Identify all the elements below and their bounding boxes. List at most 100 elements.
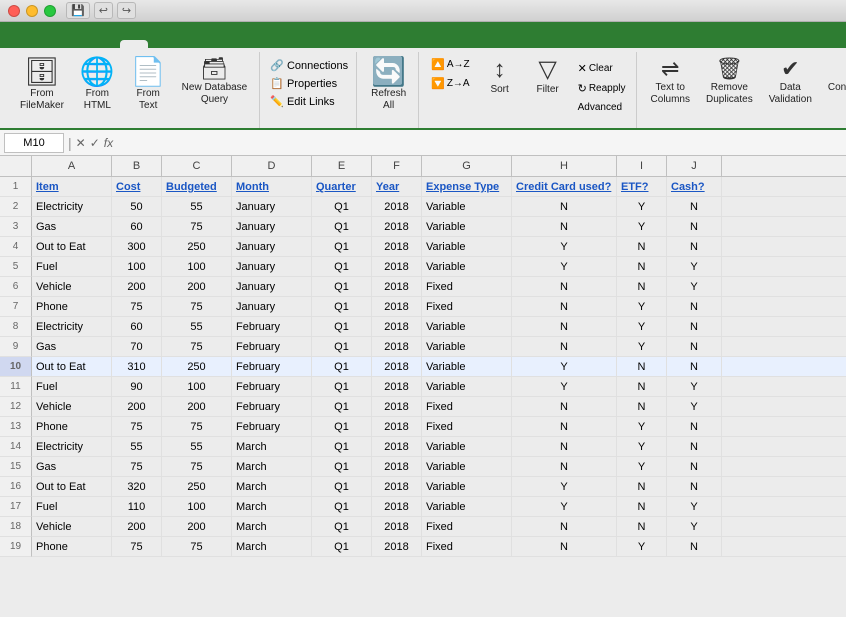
cell-r16-c7[interactable]: Y	[512, 477, 617, 497]
cell-r10-c9[interactable]: N	[667, 357, 722, 377]
cell-r17-c6[interactable]: Variable	[422, 497, 512, 517]
cancel-formula-icon[interactable]: ✕	[76, 136, 86, 150]
cell-r5-c2[interactable]: 100	[162, 257, 232, 277]
cell-r13-c8[interactable]: Y	[617, 417, 667, 437]
cell-r9-c6[interactable]: Variable	[422, 337, 512, 357]
cell-r14-c5[interactable]: 2018	[372, 437, 422, 457]
col-header-f[interactable]: F	[372, 156, 422, 176]
col-header-j[interactable]: J	[667, 156, 722, 176]
cell-r7-c1[interactable]: 75	[112, 297, 162, 317]
cell-r14-c4[interactable]: Q1	[312, 437, 372, 457]
cell-r10-c0[interactable]: Out to Eat	[32, 357, 112, 377]
cell-r6-c8[interactable]: N	[617, 277, 667, 297]
reapply-button[interactable]: ↻ Reapply	[574, 80, 630, 97]
header-cell-9[interactable]: Cash?	[667, 177, 722, 197]
cell-r11-c2[interactable]: 100	[162, 377, 232, 397]
cell-r18-c6[interactable]: Fixed	[422, 517, 512, 537]
cell-r18-c4[interactable]: Q1	[312, 517, 372, 537]
cell-r12-c2[interactable]: 200	[162, 397, 232, 417]
new-db-query-button[interactable]: 🗃 New DatabaseQuery	[176, 56, 254, 108]
cell-r8-c9[interactable]: N	[667, 317, 722, 337]
cell-r12-c5[interactable]: 2018	[372, 397, 422, 417]
cell-r6-c4[interactable]: Q1	[312, 277, 372, 297]
cell-r2-c1[interactable]: 50	[112, 197, 162, 217]
cell-r13-c1[interactable]: 75	[112, 417, 162, 437]
cell-r11-c6[interactable]: Variable	[422, 377, 512, 397]
cell-r3-c3[interactable]: January	[232, 217, 312, 237]
cell-r19-c3[interactable]: March	[232, 537, 312, 557]
cell-r11-c0[interactable]: Fuel	[32, 377, 112, 397]
cell-r5-c1[interactable]: 100	[112, 257, 162, 277]
cell-r5-c6[interactable]: Variable	[422, 257, 512, 277]
cell-r9-c9[interactable]: N	[667, 337, 722, 357]
cell-r6-c3[interactable]: January	[232, 277, 312, 297]
cell-r8-c1[interactable]: 60	[112, 317, 162, 337]
cell-r4-c0[interactable]: Out to Eat	[32, 237, 112, 257]
cell-r12-c0[interactable]: Vehicle	[32, 397, 112, 417]
redo-icon[interactable]: ↪	[117, 2, 136, 19]
cell-r4-c7[interactable]: Y	[512, 237, 617, 257]
cell-r10-c8[interactable]: N	[617, 357, 667, 377]
cell-r9-c5[interactable]: 2018	[372, 337, 422, 357]
cell-r5-c4[interactable]: Q1	[312, 257, 372, 277]
cell-r4-c4[interactable]: Q1	[312, 237, 372, 257]
cell-r8-c5[interactable]: 2018	[372, 317, 422, 337]
from-text-button[interactable]: 📄 FromText	[125, 56, 172, 114]
cell-r7-c2[interactable]: 75	[162, 297, 232, 317]
cell-r6-c6[interactable]: Fixed	[422, 277, 512, 297]
cell-r15-c1[interactable]: 75	[112, 457, 162, 477]
cell-r9-c4[interactable]: Q1	[312, 337, 372, 357]
cell-r11-c4[interactable]: Q1	[312, 377, 372, 397]
cell-r4-c8[interactable]: N	[617, 237, 667, 257]
cell-r13-c9[interactable]: N	[667, 417, 722, 437]
cell-r2-c6[interactable]: Variable	[422, 197, 512, 217]
cell-r17-c2[interactable]: 100	[162, 497, 232, 517]
col-header-i[interactable]: I	[617, 156, 667, 176]
cell-r14-c8[interactable]: Y	[617, 437, 667, 457]
cell-r6-c9[interactable]: Y	[667, 277, 722, 297]
tab-view[interactable]	[178, 40, 206, 48]
sort-za-button[interactable]: 🔽 Z→A	[427, 75, 473, 92]
cell-r7-c4[interactable]: Q1	[312, 297, 372, 317]
cell-r13-c5[interactable]: 2018	[372, 417, 422, 437]
cell-r14-c6[interactable]: Variable	[422, 437, 512, 457]
header-cell-6[interactable]: Expense Type	[422, 177, 512, 197]
cell-r8-c6[interactable]: Variable	[422, 317, 512, 337]
cell-r16-c5[interactable]: 2018	[372, 477, 422, 497]
row-num-12[interactable]: 12	[0, 397, 32, 417]
cell-r11-c3[interactable]: February	[232, 377, 312, 397]
cell-r19-c8[interactable]: Y	[617, 537, 667, 557]
cell-r10-c4[interactable]: Q1	[312, 357, 372, 377]
cell-r10-c1[interactable]: 310	[112, 357, 162, 377]
connections-button[interactable]: 🔗 Connections	[268, 58, 350, 73]
cell-r9-c1[interactable]: 70	[112, 337, 162, 357]
cell-r3-c8[interactable]: Y	[617, 217, 667, 237]
tab-data[interactable]	[120, 40, 148, 48]
cell-r6-c0[interactable]: Vehicle	[32, 277, 112, 297]
row-num-17[interactable]: 17	[0, 497, 32, 517]
header-cell-2[interactable]: Budgeted	[162, 177, 232, 197]
header-cell-0[interactable]: Item	[32, 177, 112, 197]
cell-r2-c7[interactable]: N	[512, 197, 617, 217]
sort-az-button[interactable]: 🔼 A→Z	[427, 56, 473, 73]
cell-r9-c0[interactable]: Gas	[32, 337, 112, 357]
cell-r10-c5[interactable]: 2018	[372, 357, 422, 377]
sort-button[interactable]: ↕ Sort	[478, 56, 522, 98]
refresh-all-button[interactable]: 🔄 RefreshAll	[365, 56, 412, 114]
cell-r18-c3[interactable]: March	[232, 517, 312, 537]
cell-r5-c7[interactable]: Y	[512, 257, 617, 277]
cell-r19-c1[interactable]: 75	[112, 537, 162, 557]
properties-button[interactable]: 📋 Properties	[268, 76, 339, 91]
cell-r7-c6[interactable]: Fixed	[422, 297, 512, 317]
cell-r19-c5[interactable]: 2018	[372, 537, 422, 557]
cell-r2-c5[interactable]: 2018	[372, 197, 422, 217]
row-num-14[interactable]: 14	[0, 437, 32, 457]
cell-r9-c2[interactable]: 75	[162, 337, 232, 357]
cell-r17-c3[interactable]: March	[232, 497, 312, 517]
cell-r10-c3[interactable]: February	[232, 357, 312, 377]
tab-home[interactable]	[4, 40, 32, 48]
cell-r16-c2[interactable]: 250	[162, 477, 232, 497]
undo-icon[interactable]: ↩	[94, 2, 113, 19]
row-num-4[interactable]: 4	[0, 237, 32, 257]
col-header-a[interactable]: A	[32, 156, 112, 176]
